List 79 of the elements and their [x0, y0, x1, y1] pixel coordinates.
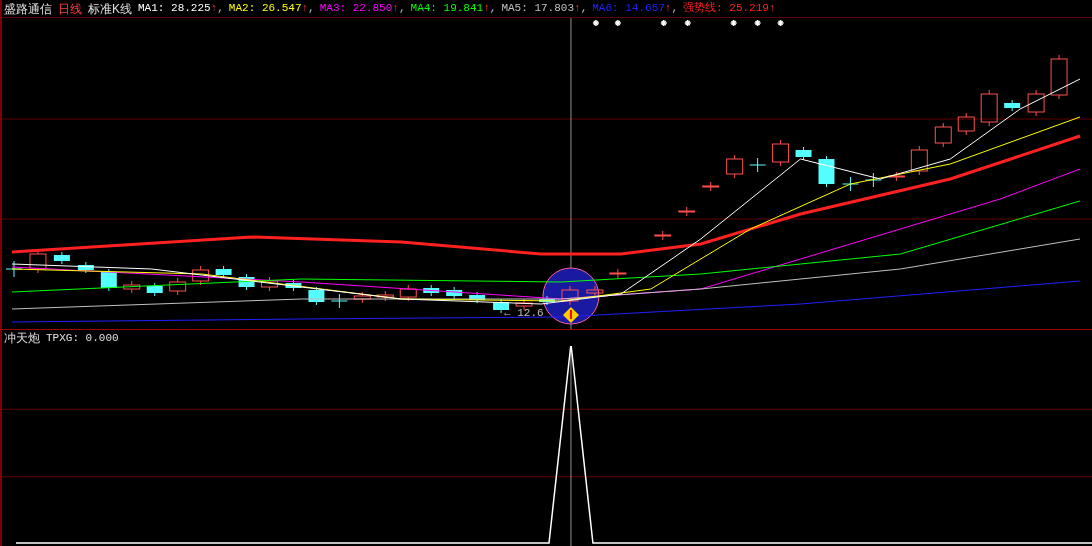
up-arrow-text: ↑	[483, 3, 490, 14]
candlestick	[841, 176, 859, 192]
candlestick	[446, 286, 463, 300]
asterisk-marker-icon	[753, 19, 762, 27]
indicator-value: MA5: 17.803	[501, 3, 574, 14]
asterisk-marker-icon	[729, 19, 738, 27]
candlestick	[261, 276, 278, 292]
candlestick	[910, 145, 928, 176]
candlestick	[146, 282, 163, 297]
candlestick	[423, 284, 440, 297]
indicator-value: MA6: 14.657	[592, 3, 665, 14]
candlestick	[515, 298, 533, 311]
separator-text: ,	[308, 3, 315, 14]
candlestick	[726, 154, 744, 179]
candlestick	[376, 290, 394, 302]
separator-text: ,	[671, 3, 679, 14]
separator-text: ,	[217, 3, 224, 14]
candlestick	[1004, 99, 1021, 112]
candlestick	[887, 171, 905, 182]
candlestick	[5, 260, 23, 278]
candlestick	[772, 139, 790, 167]
low-price-label: ← 12.6	[504, 307, 544, 319]
indicator-title: 冲天炮	[4, 332, 40, 344]
candlestick	[654, 230, 672, 241]
candlestick	[330, 293, 348, 309]
candlestick	[586, 285, 604, 298]
up-arrow-text: ↑	[574, 3, 581, 14]
asterisk-marker-icon	[776, 19, 785, 27]
highlight-circle	[542, 267, 600, 325]
asterisk-marker-icon	[592, 19, 600, 27]
candlestick	[399, 284, 417, 302]
up-arrow-text: ↑	[392, 3, 399, 14]
indicator-value: 强势线: 25.219	[683, 3, 769, 14]
stock-name: 盛路通信	[4, 2, 52, 15]
candlestick	[123, 280, 141, 294]
candlestick	[749, 157, 767, 173]
up-arrow-text: ↑	[301, 3, 309, 14]
candlestick	[238, 273, 255, 291]
candlestick	[100, 268, 117, 292]
candlestick	[77, 261, 94, 274]
candlestick	[29, 249, 47, 274]
candlestick	[702, 181, 720, 192]
up-arrow-text: ↑	[664, 3, 672, 14]
candlestick	[609, 268, 627, 279]
asterisk-marker-icon	[684, 19, 692, 27]
candlestick	[1027, 89, 1045, 117]
candlestick	[957, 112, 975, 136]
indicator-value: MA3: 22.850	[319, 3, 393, 14]
candlestick	[864, 172, 882, 188]
candlestick	[285, 279, 302, 292]
separator-text: ,	[580, 3, 588, 14]
indicator-value: MA4: 19.841	[410, 3, 484, 14]
candlestick	[934, 122, 952, 148]
indicator-value: MA2: 26.547	[228, 3, 302, 14]
candlestick	[493, 298, 510, 314]
diamond-icon	[562, 307, 579, 323]
candlestick	[53, 251, 70, 265]
candlestick	[169, 277, 187, 296]
separator-text: ,	[398, 3, 406, 14]
candlestick	[469, 291, 486, 304]
candlestick	[561, 285, 579, 306]
asterisk-marker-icon	[660, 19, 668, 27]
period-label: 日线	[58, 2, 82, 15]
candlestick	[308, 286, 325, 306]
candlestick	[980, 89, 998, 127]
separator-text: ,	[489, 3, 497, 14]
chart-type-label: 标准K线	[88, 2, 132, 15]
up-arrow-text: ↑	[768, 3, 776, 14]
indicator-value: TPXG: 0.000	[46, 332, 119, 344]
indicator-value: MA1: 28.225	[138, 3, 211, 14]
up-arrow-text: ↑	[210, 3, 218, 14]
candlestick	[818, 155, 835, 188]
candlestick	[192, 265, 210, 286]
candlestick	[353, 291, 371, 304]
asterisk-marker-icon	[614, 19, 622, 27]
candlestick	[678, 206, 696, 217]
candlestick	[215, 265, 232, 279]
candlestick	[795, 146, 812, 161]
candlestick	[1050, 54, 1068, 100]
